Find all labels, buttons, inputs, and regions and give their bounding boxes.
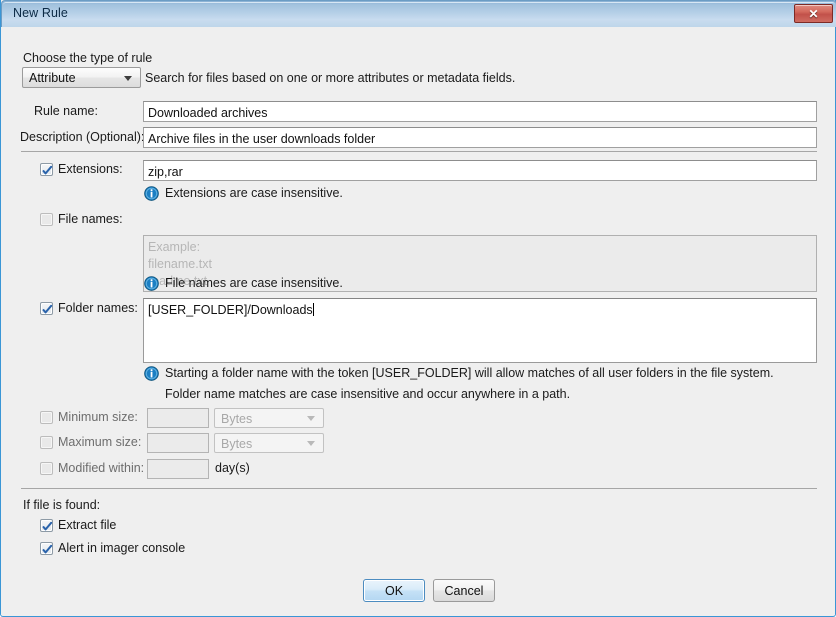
chevron-down-icon [124, 76, 132, 81]
maximum-size-unit-value: Bytes [221, 437, 252, 451]
alert-console-label: Alert in imager console [58, 541, 185, 555]
extensions-label: Extensions: [58, 162, 123, 176]
info-icon [144, 366, 159, 381]
file-names-note: File names are case insensitive. [165, 276, 343, 290]
description-label: Description (Optional): [20, 130, 144, 144]
minimum-size-input[interactable] [147, 408, 209, 428]
rule-type-section-label: Choose the type of rule [23, 51, 152, 65]
modified-within-suffix: day(s) [215, 461, 250, 475]
folder-names-note: Starting a folder name with the token [U… [165, 366, 774, 380]
divider-top [21, 151, 817, 152]
if-found-section-label: If file is found: [23, 498, 100, 512]
extensions-input[interactable]: zip,rar [143, 160, 817, 181]
rule-type-value: Attribute [29, 71, 76, 85]
rule-type-hint: Search for files based on one or more at… [145, 71, 515, 85]
minimum-size-unit-select[interactable]: Bytes [214, 408, 324, 428]
rule-type-select[interactable]: Attribute [22, 67, 141, 88]
titlebar-highlight [3, 2, 835, 26]
description-input[interactable]: Archive files in the user downloads fold… [143, 127, 817, 148]
info-icon [144, 186, 159, 201]
close-button[interactable]: ✕ [794, 4, 833, 23]
divider-bottom [21, 488, 817, 489]
file-names-placeholder-line: filename.txt [148, 256, 812, 273]
modified-within-label: Modified within: [58, 461, 144, 475]
checkmark-icon [40, 163, 55, 178]
folder-names-value: [USER_FOLDER]/Downloads [148, 303, 313, 317]
modified-within-checkbox[interactable] [40, 462, 53, 475]
extract-file-label: Extract file [58, 518, 116, 532]
checkmark-icon [40, 302, 55, 317]
modified-within-input[interactable] [147, 459, 209, 479]
file-names-checkbox[interactable] [40, 213, 53, 226]
minimum-size-label: Minimum size: [58, 410, 138, 424]
extract-file-checkbox[interactable] [40, 519, 53, 532]
cancel-button[interactable]: Cancel [433, 579, 495, 602]
checkmark-icon [40, 519, 55, 534]
folder-names-checkbox[interactable] [40, 302, 53, 315]
maximum-size-checkbox[interactable] [40, 436, 53, 449]
info-icon [144, 276, 159, 291]
folder-names-textarea[interactable]: [USER_FOLDER]/Downloads [143, 298, 817, 363]
file-names-placeholder-line: Example: [148, 239, 812, 256]
close-icon: ✕ [795, 5, 832, 22]
dialog-title: New Rule [13, 6, 68, 20]
maximum-size-unit-select[interactable]: Bytes [214, 433, 324, 453]
text-caret [313, 303, 314, 316]
rule-name-label: Rule name: [34, 104, 98, 118]
folder-names-label: Folder names: [58, 301, 138, 315]
file-names-label: File names: [58, 212, 123, 226]
minimum-size-checkbox[interactable] [40, 411, 53, 424]
rule-name-input[interactable]: Downloaded archives [143, 101, 817, 122]
extensions-checkbox[interactable] [40, 163, 53, 176]
chevron-down-icon [307, 416, 315, 421]
maximum-size-input[interactable] [147, 433, 209, 453]
chevron-down-icon [307, 441, 315, 446]
new-rule-dialog: New Rule ✕ Choose the type of rule Attri… [0, 0, 836, 617]
alert-console-checkbox[interactable] [40, 542, 53, 555]
maximum-size-label: Maximum size: [58, 435, 141, 449]
folder-names-note-2: Folder name matches are case insensitive… [165, 387, 570, 401]
dialog-body: Choose the type of rule Attribute Search… [1, 27, 835, 615]
extensions-note: Extensions are case insensitive. [165, 186, 343, 200]
checkmark-icon [40, 542, 55, 557]
dialog-titlebar[interactable]: New Rule ✕ [1, 0, 836, 27]
minimum-size-unit-value: Bytes [221, 412, 252, 426]
ok-button[interactable]: OK [363, 579, 425, 602]
